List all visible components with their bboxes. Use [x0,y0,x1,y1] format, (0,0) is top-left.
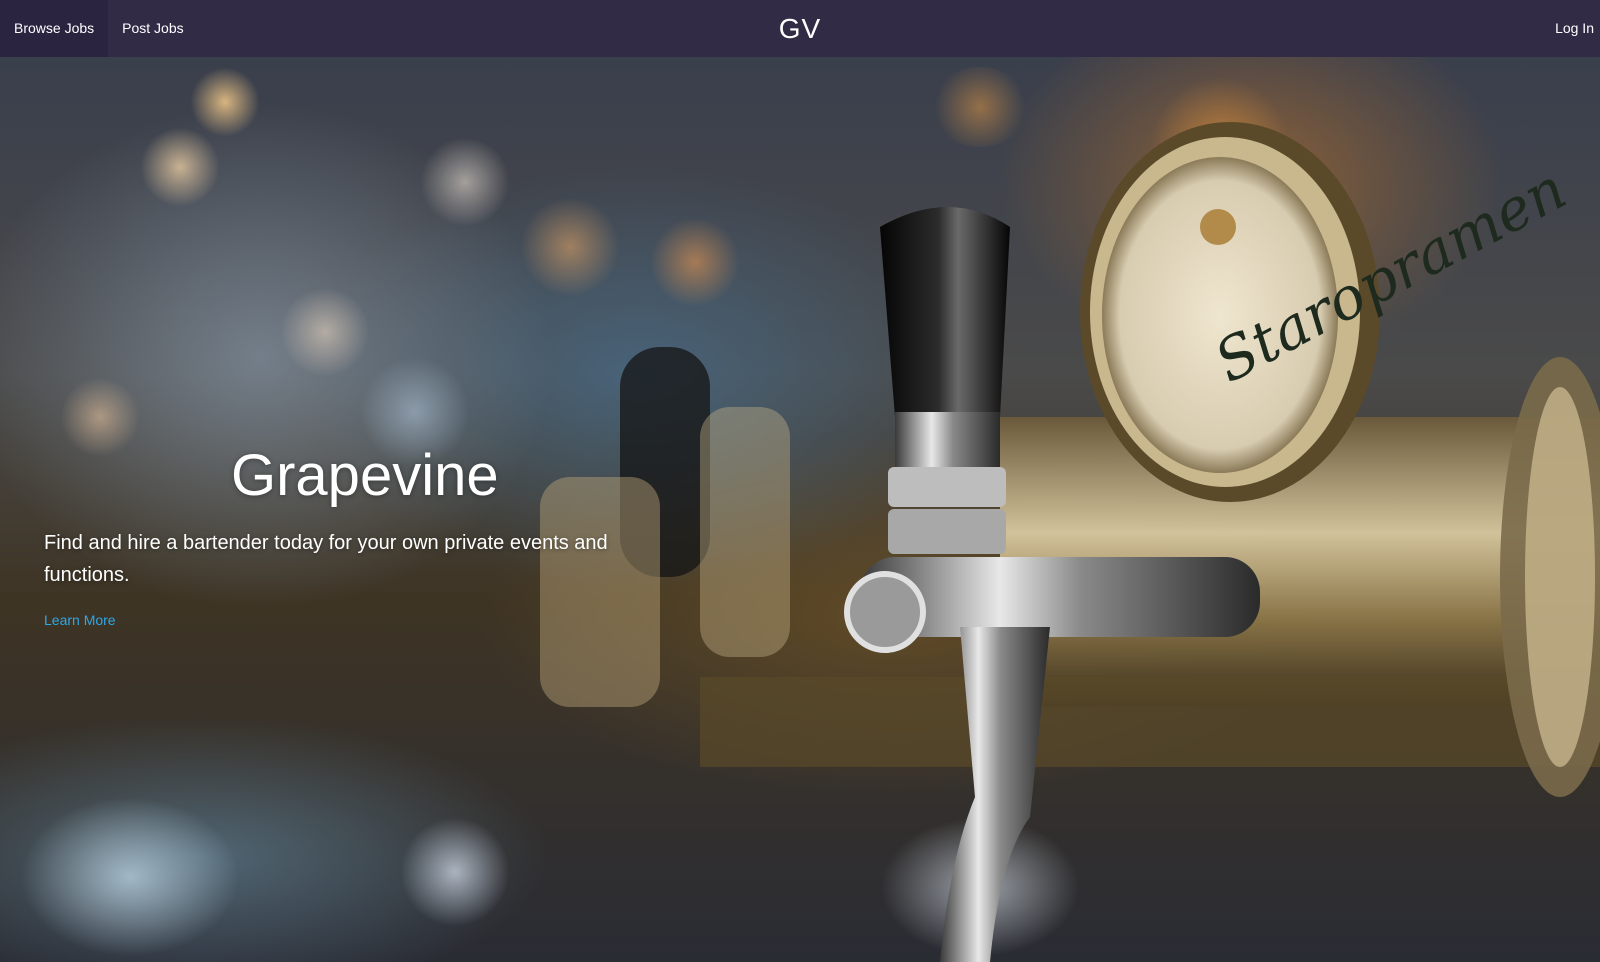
top-navbar: Browse Jobs Post Jobs GV Log In [0,0,1600,57]
hero-subtitle: Find and hire a bartender today for your… [44,532,608,586]
bokeh-light [930,67,1030,147]
beer-taps-image: Staropramen [540,122,1600,962]
learn-more-link[interactable]: Learn More [44,612,116,628]
bokeh-light [880,817,1080,957]
login-link[interactable]: Log In [1555,0,1594,57]
bokeh-light [650,217,740,307]
hero-title: Grapevine [231,443,499,508]
bokeh-light [140,127,220,207]
bokeh-light [420,137,510,227]
landing-page: Browse Jobs Post Jobs GV Log In Staropra… [0,0,1600,962]
tap-badge-text: Staropramen [1204,154,1577,395]
bokeh-light [1150,77,1290,217]
bokeh-light [520,197,620,297]
nav-left-group: Browse Jobs Post Jobs [0,0,198,57]
brand-logo-container: GV [0,0,1600,57]
bokeh-light [280,287,370,377]
hero-section: Staropramen Grapevine Find and hire a ba… [0,57,1600,962]
bokeh-light [20,797,240,957]
nav-browse-jobs[interactable]: Browse Jobs [0,0,109,57]
brand-logo[interactable]: GV [779,13,821,44]
nav-post-jobs[interactable]: Post Jobs [108,0,197,57]
bokeh-light [190,67,260,137]
bokeh-light [400,817,510,927]
bokeh-light [60,377,140,457]
